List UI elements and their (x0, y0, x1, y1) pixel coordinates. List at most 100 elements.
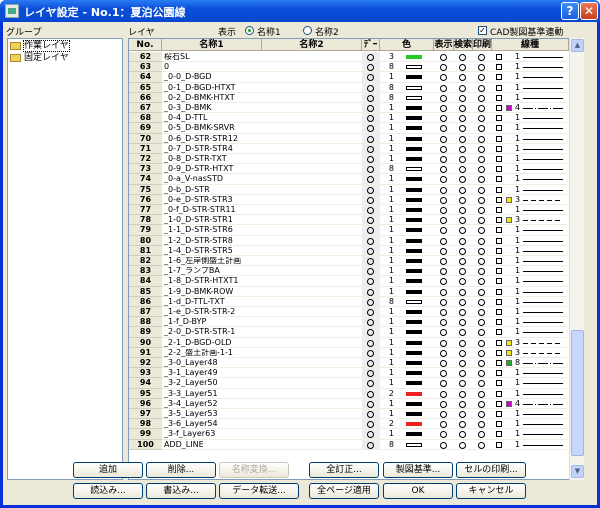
data-circle-icon[interactable] (367, 349, 374, 357)
color-bar[interactable] (406, 116, 422, 121)
linetype-checkbox[interactable] (496, 441, 502, 448)
show-radio[interactable] (440, 145, 447, 153)
layer-name2-cell[interactable] (262, 196, 360, 204)
layer-name1-cell[interactable]: _3-5_Layer53 (164, 410, 260, 418)
show-radio[interactable] (440, 64, 447, 72)
linetype-checkbox[interactable] (496, 237, 502, 244)
search-radio[interactable] (459, 258, 466, 265)
data-circle-icon[interactable] (367, 411, 374, 418)
color-bar[interactable] (406, 361, 422, 365)
print-radio[interactable] (478, 411, 485, 418)
col-header-search[interactable]: 検索 (454, 39, 473, 51)
layer-name1-cell[interactable]: 0 (164, 63, 260, 71)
layer-name2-cell[interactable] (262, 349, 360, 357)
layer-name2-cell[interactable] (262, 400, 360, 408)
print-radio[interactable] (478, 441, 485, 449)
layer-name2-cell[interactable] (262, 175, 360, 183)
linetype-checkbox[interactable] (496, 278, 502, 285)
search-radio[interactable] (459, 237, 466, 245)
color-bar[interactable] (406, 228, 422, 233)
show-radio[interactable] (440, 247, 447, 255)
layer-name2-cell[interactable] (262, 420, 360, 428)
search-radio[interactable] (459, 309, 466, 316)
search-radio[interactable] (459, 268, 466, 276)
linetype-checkbox[interactable] (496, 217, 502, 224)
search-radio[interactable] (459, 298, 466, 306)
col-header-color[interactable]: 色 (380, 39, 434, 51)
layer-name2-cell[interactable] (262, 257, 360, 265)
show-radio[interactable] (440, 105, 447, 112)
layer-name1-cell[interactable]: ADD_LINE (164, 441, 260, 449)
layer-name1-cell[interactable]: _1-2_D-STR-STR8 (164, 237, 260, 245)
layer-name2-cell[interactable] (262, 216, 360, 224)
show-radio[interactable] (440, 94, 447, 102)
print-radio[interactable] (478, 288, 485, 296)
show-radio[interactable] (440, 349, 447, 357)
print-radio[interactable] (478, 196, 485, 204)
layer-name2-cell[interactable] (262, 298, 360, 306)
layer-name1-cell[interactable]: _1-e_D-STR-STR-2 (164, 308, 260, 316)
show-radio[interactable] (440, 309, 447, 316)
search-radio[interactable] (459, 84, 466, 92)
data-circle-icon[interactable] (367, 258, 374, 265)
search-radio[interactable] (459, 64, 466, 72)
color-bar[interactable] (406, 310, 422, 314)
layer-name1-cell[interactable]: _3-6_Layer54 (164, 420, 260, 428)
search-radio[interactable] (459, 145, 466, 153)
name2-radio[interactable] (303, 26, 312, 35)
vertical-scrollbar[interactable]: ▲ ▼ (569, 38, 584, 480)
linetype-checkbox[interactable] (496, 390, 502, 397)
layer-name2-cell[interactable] (262, 155, 360, 163)
show-radio[interactable] (440, 421, 447, 429)
color-bar[interactable] (406, 146, 422, 151)
color-bar[interactable] (406, 330, 422, 335)
show-radio[interactable] (440, 74, 447, 82)
layer-name2-cell[interactable] (262, 328, 360, 336)
color-bar[interactable] (406, 75, 422, 80)
print-radio[interactable] (478, 431, 485, 439)
print-radio[interactable] (478, 105, 485, 112)
color-bar[interactable] (406, 350, 422, 355)
print-radio[interactable] (478, 309, 485, 316)
buttons-row1-button-2[interactable]: 名称変換... (219, 462, 289, 478)
layer-name2-cell[interactable] (262, 277, 360, 285)
print-radio[interactable] (478, 94, 485, 102)
color-bar[interactable] (406, 208, 422, 212)
show-radio[interactable] (440, 186, 447, 194)
color-bar[interactable] (406, 136, 422, 141)
col-header-name2[interactable]: 名称2 (262, 39, 362, 51)
show-radio[interactable] (440, 370, 447, 378)
layer-name2-cell[interactable] (262, 369, 360, 377)
search-radio[interactable] (459, 94, 466, 102)
color-bar[interactable] (406, 65, 422, 70)
color-bar[interactable] (406, 340, 422, 345)
col-header-print[interactable]: 印刷 (473, 39, 492, 51)
layer-grid[interactable]: No. 名称1 名称2 ﾃﾞｰﾀ 色 表示 検索 印刷 線種 62桜石SL316… (128, 38, 584, 480)
print-radio[interactable] (478, 247, 485, 255)
data-circle-icon[interactable] (367, 196, 374, 204)
linetype-checkbox[interactable] (496, 64, 502, 71)
show-radio[interactable] (440, 441, 447, 449)
color-bar[interactable] (406, 167, 422, 172)
print-radio[interactable] (478, 207, 485, 214)
layer-name2-cell[interactable] (262, 267, 360, 275)
group-tree[interactable]: 作業レイヤ 固定レイヤ (7, 38, 123, 480)
linetype-checkbox[interactable] (496, 125, 502, 132)
search-radio[interactable] (459, 74, 466, 82)
layer-name1-cell[interactable]: _3-2_Layer50 (164, 379, 260, 387)
show-radio[interactable] (440, 156, 447, 163)
linetype-checkbox[interactable] (496, 288, 502, 295)
layer-name2-cell[interactable] (262, 186, 360, 194)
layer-name2-cell[interactable] (262, 359, 360, 367)
print-radio[interactable] (478, 217, 485, 225)
color-bar[interactable] (406, 432, 422, 437)
buttons-row1-button-0[interactable]: 追加 (73, 462, 143, 478)
linetype-checkbox[interactable] (496, 258, 502, 264)
layer-name1-cell[interactable]: _0-b_D-STR (164, 186, 260, 194)
layer-name1-cell[interactable]: _0-a_V-nasSTD (164, 175, 260, 183)
linetype-checkbox[interactable] (496, 176, 502, 183)
show-radio[interactable] (440, 319, 447, 327)
layer-name2-cell[interactable] (262, 145, 360, 153)
search-radio[interactable] (459, 156, 466, 163)
layer-name1-cell[interactable]: _0-9_D-STR-HTXT (164, 165, 260, 173)
